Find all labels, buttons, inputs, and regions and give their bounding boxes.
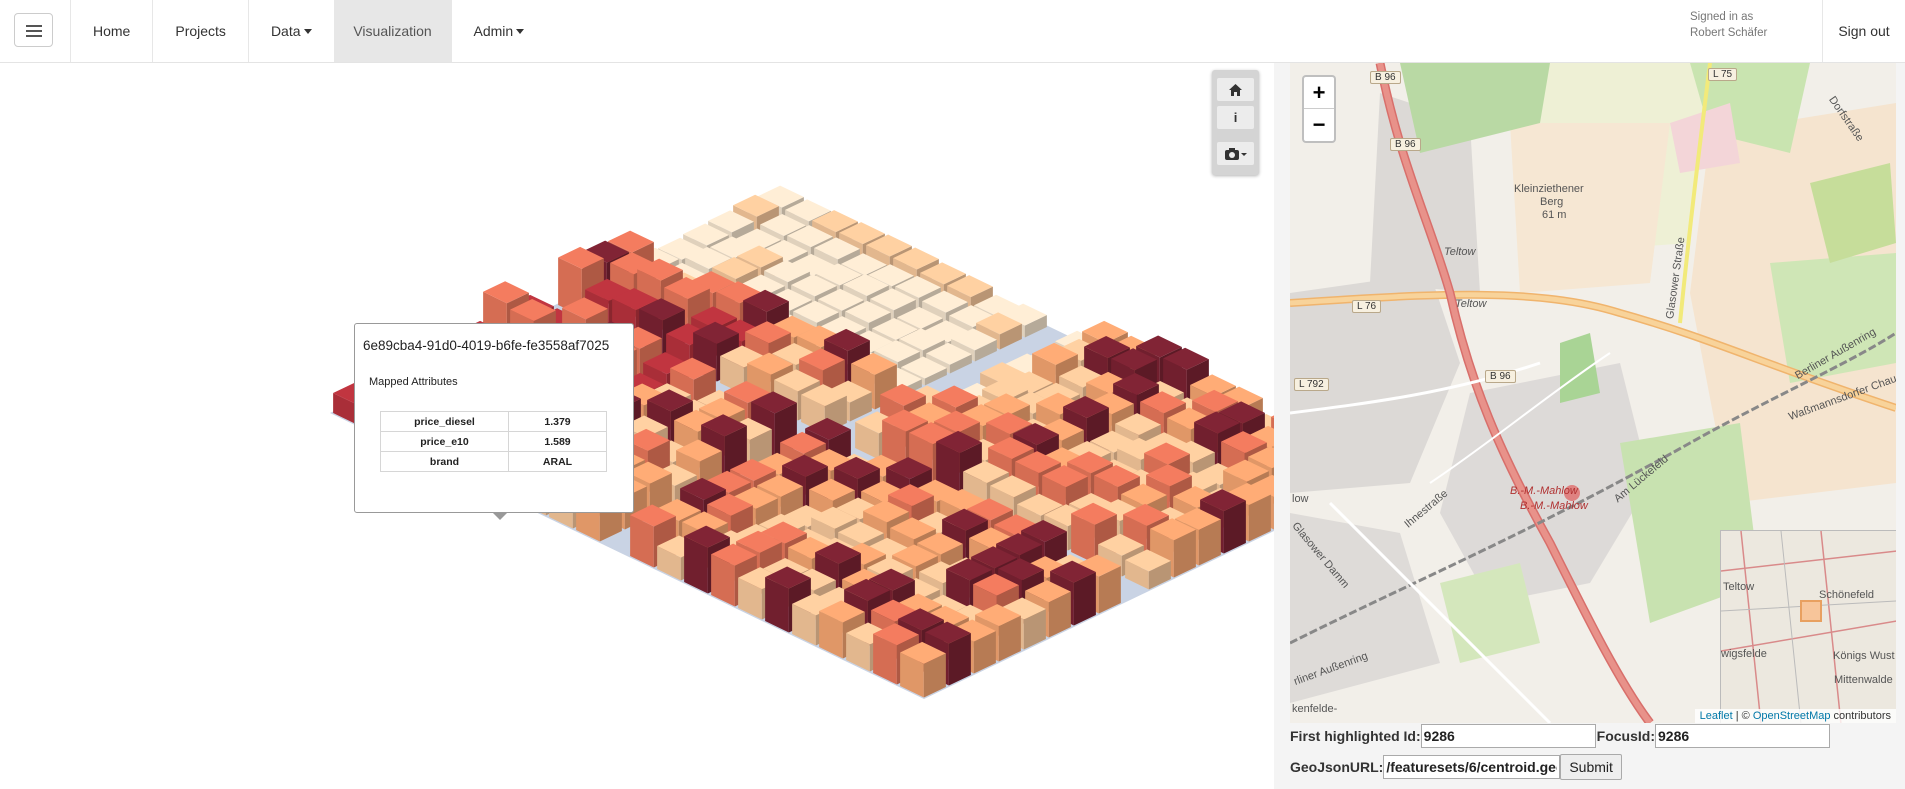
minimap[interactable]: Teltow Schönefeld wigsfelde Königs Wust … <box>1720 530 1896 723</box>
nav-item-home[interactable]: Home <box>70 0 152 62</box>
sign-out-link[interactable]: Sign out <box>1822 0 1905 62</box>
road-shield: L 792 <box>1294 378 1329 391</box>
focus-id-input[interactable] <box>1655 724 1830 748</box>
zoom-in-button[interactable]: + <box>1304 77 1334 109</box>
popup-pointer <box>492 512 508 520</box>
road-shield: L 75 <box>1708 68 1738 81</box>
nav-item-visualization[interactable]: Visualization <box>333 0 451 62</box>
osm-link[interactable]: OpenStreetMap <box>1753 710 1831 722</box>
minimap-tiles <box>1721 531 1896 723</box>
map-panel: B 96 B 96 B 96 L 75 L 76 L 792 Kleinziet… <box>1274 63 1905 789</box>
map-label: Kleinziethener <box>1514 183 1584 195</box>
minimap-label: wigsfelde <box>1721 648 1767 660</box>
road-shield: B 96 <box>1485 370 1516 383</box>
geojson-row: GeoJsonURL: Submit <box>1290 754 1622 780</box>
table-row: price_diesel 1.379 <box>380 411 607 432</box>
minimap-label: Königs Wust <box>1833 650 1895 662</box>
caret-down-icon <box>516 28 525 34</box>
popup-title: 6e89cba4-91d0-4019-b6fe-fe3558af7025 <box>363 338 610 353</box>
map-label: B.-M.-Mahlow <box>1510 485 1578 497</box>
leaflet-map[interactable]: B 96 B 96 B 96 L 75 L 76 L 792 Kleinziet… <box>1290 63 1896 723</box>
info-button[interactable]: i <box>1217 106 1254 129</box>
first-highlighted-row: First highlighted Id: FocusId: <box>1290 724 1830 748</box>
camera-icon <box>1224 147 1247 160</box>
map-label: Teltow <box>1455 298 1487 310</box>
map-label: kenfelde- <box>1292 703 1338 715</box>
feature-info-popup: 6e89cba4-91d0-4019-b6fe-fe3558af7025 Map… <box>354 323 634 520</box>
zoom-out-button[interactable]: − <box>1304 109 1334 141</box>
popup-subtitle: Mapped Attributes <box>369 376 458 388</box>
minimap-label: Schönefeld <box>1819 589 1875 601</box>
3d-visualization-canvas[interactable] <box>0 63 1274 789</box>
table-row: price_e10 1.589 <box>380 431 607 452</box>
navbar: Home Projects Data Visualization Admin S… <box>0 0 1905 63</box>
road-shield: L 76 <box>1352 300 1382 313</box>
minimap-label: Mittenwalde <box>1834 674 1893 686</box>
nav-item-admin[interactable]: Admin <box>450 0 547 62</box>
zoom-control: + − <box>1302 75 1336 143</box>
viz-toolbar: i <box>1212 70 1259 175</box>
table-row: brand ARAL <box>380 451 607 472</box>
map-label: low <box>1292 493 1309 505</box>
minimap-label: Teltow <box>1723 581 1755 593</box>
map-label: B.-M.-Mahlow <box>1520 500 1588 512</box>
caret-down-icon <box>303 28 312 34</box>
home-icon <box>1229 83 1242 96</box>
map-label: Berg <box>1540 196 1564 208</box>
map-label: Teltow <box>1444 246 1476 258</box>
nav-item-data[interactable]: Data <box>247 0 334 62</box>
mapped-attributes-table: price_diesel 1.379 price_e10 1.589 brand AR… <box>380 411 607 472</box>
nav-item-projects[interactable]: Projects <box>152 0 248 62</box>
block-city-3d[interactable] <box>0 63 1274 789</box>
map-label: 61 m <box>1542 209 1567 221</box>
hamburger-menu-button[interactable] <box>14 13 53 47</box>
signed-in-info: Signed in as Robert Schäfer <box>1690 11 1768 39</box>
submit-button[interactable]: Submit <box>1560 754 1622 780</box>
nav-menu: Home Projects Data Visualization Admin <box>70 0 546 62</box>
geojson-url-input[interactable] <box>1383 755 1561 779</box>
road-shield: B 96 <box>1390 138 1421 151</box>
map-attribution: Leaflet | © OpenStreetMap contributors <box>1694 709 1896 723</box>
home-view-button[interactable] <box>1217 78 1254 101</box>
info-icon: i <box>1233 110 1238 125</box>
leaflet-link[interactable]: Leaflet <box>1700 710 1733 722</box>
user-name: Robert Schäfer <box>1690 27 1768 39</box>
first-highlighted-id-input[interactable] <box>1420 724 1596 748</box>
road-shield: B 96 <box>1370 71 1401 84</box>
screenshot-dropdown-button[interactable] <box>1217 142 1254 165</box>
